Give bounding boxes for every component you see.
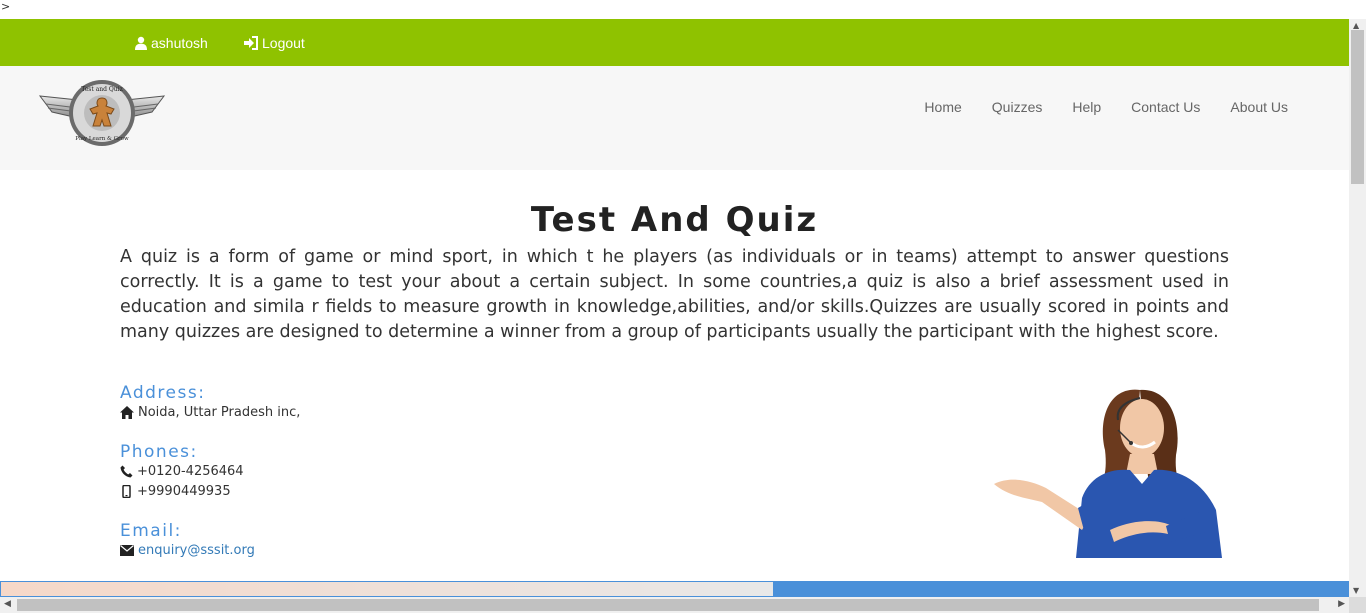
phone-line-1: +0120-4256464 — [120, 464, 244, 479]
address-text: Noida, Uttar Pradesh inc, — [138, 405, 301, 420]
phone-2-text: +9990449935 — [137, 484, 231, 499]
top-bar: ashutosh Logout — [0, 19, 1349, 66]
page-title: Test And Quiz — [530, 200, 819, 240]
support-agent-image — [994, 389, 1222, 558]
scroll-left-icon[interactable]: ◀ — [4, 599, 11, 609]
site-logo[interactable]: Test and Quiz Play Learn & Grow — [38, 78, 166, 148]
nav-home[interactable]: Home — [924, 99, 961, 115]
scroll-down-icon[interactable]: ▼ — [1353, 586, 1359, 595]
logout-link[interactable]: Logout — [243, 19, 305, 66]
nav-help[interactable]: Help — [1072, 99, 1101, 115]
footer-strip — [0, 581, 1349, 597]
horizontal-scroll-thumb[interactable] — [17, 599, 1319, 611]
nav-contact-us[interactable]: Contact Us — [1131, 99, 1200, 115]
address-line: Noida, Uttar Pradesh inc, — [120, 405, 300, 420]
nav-quizzes[interactable]: Quizzes — [992, 99, 1043, 115]
nav-about-us[interactable]: About Us — [1230, 99, 1288, 115]
logo-bottom-text: Play Learn & Grow — [75, 136, 129, 142]
page-description: A quiz is a form of game or mind sport, … — [120, 247, 1229, 342]
vertical-scrollbar[interactable]: ▲ ▼ — [1349, 19, 1366, 597]
user-name: ashutosh — [151, 34, 208, 51]
user-link[interactable]: ashutosh — [134, 19, 208, 66]
email-link[interactable]: enquiry@sssit.org — [138, 543, 255, 558]
address-heading: Address: — [120, 383, 206, 403]
user-icon — [135, 36, 147, 50]
phone-1-text: +0120-4256464 — [137, 464, 244, 479]
logo-top-text: Test and Quiz — [81, 86, 123, 93]
scroll-right-icon[interactable]: ▶ — [1338, 599, 1345, 609]
logout-icon — [244, 35, 258, 50]
nav-menu: Home Quizzes Help Contact Us About Us — [894, 66, 1288, 148]
scroll-up-icon[interactable]: ▲ — [1353, 21, 1359, 30]
vertical-scroll-thumb[interactable] — [1351, 30, 1364, 184]
horizontal-scrollbar[interactable]: ◀ ▶ — [0, 597, 1349, 613]
envelope-icon — [120, 545, 134, 556]
phone-line-2: +9990449935 — [120, 484, 231, 499]
scrollbar-corner — [1349, 597, 1366, 613]
logout-label: Logout — [262, 34, 305, 51]
footer-strip-left — [0, 581, 774, 597]
main-navbar: Test and Quiz Play Learn & Grow Home Qui… — [0, 66, 1349, 170]
home-icon — [120, 406, 134, 419]
email-heading: Email: — [120, 521, 182, 541]
mobile-icon — [122, 485, 131, 498]
phones-heading: Phones: — [120, 442, 198, 462]
phone-icon — [120, 465, 133, 478]
footer-strip-right — [774, 581, 1349, 597]
stray-text: > — [1, 0, 11, 13]
email-line: enquiry@sssit.org — [120, 543, 255, 558]
